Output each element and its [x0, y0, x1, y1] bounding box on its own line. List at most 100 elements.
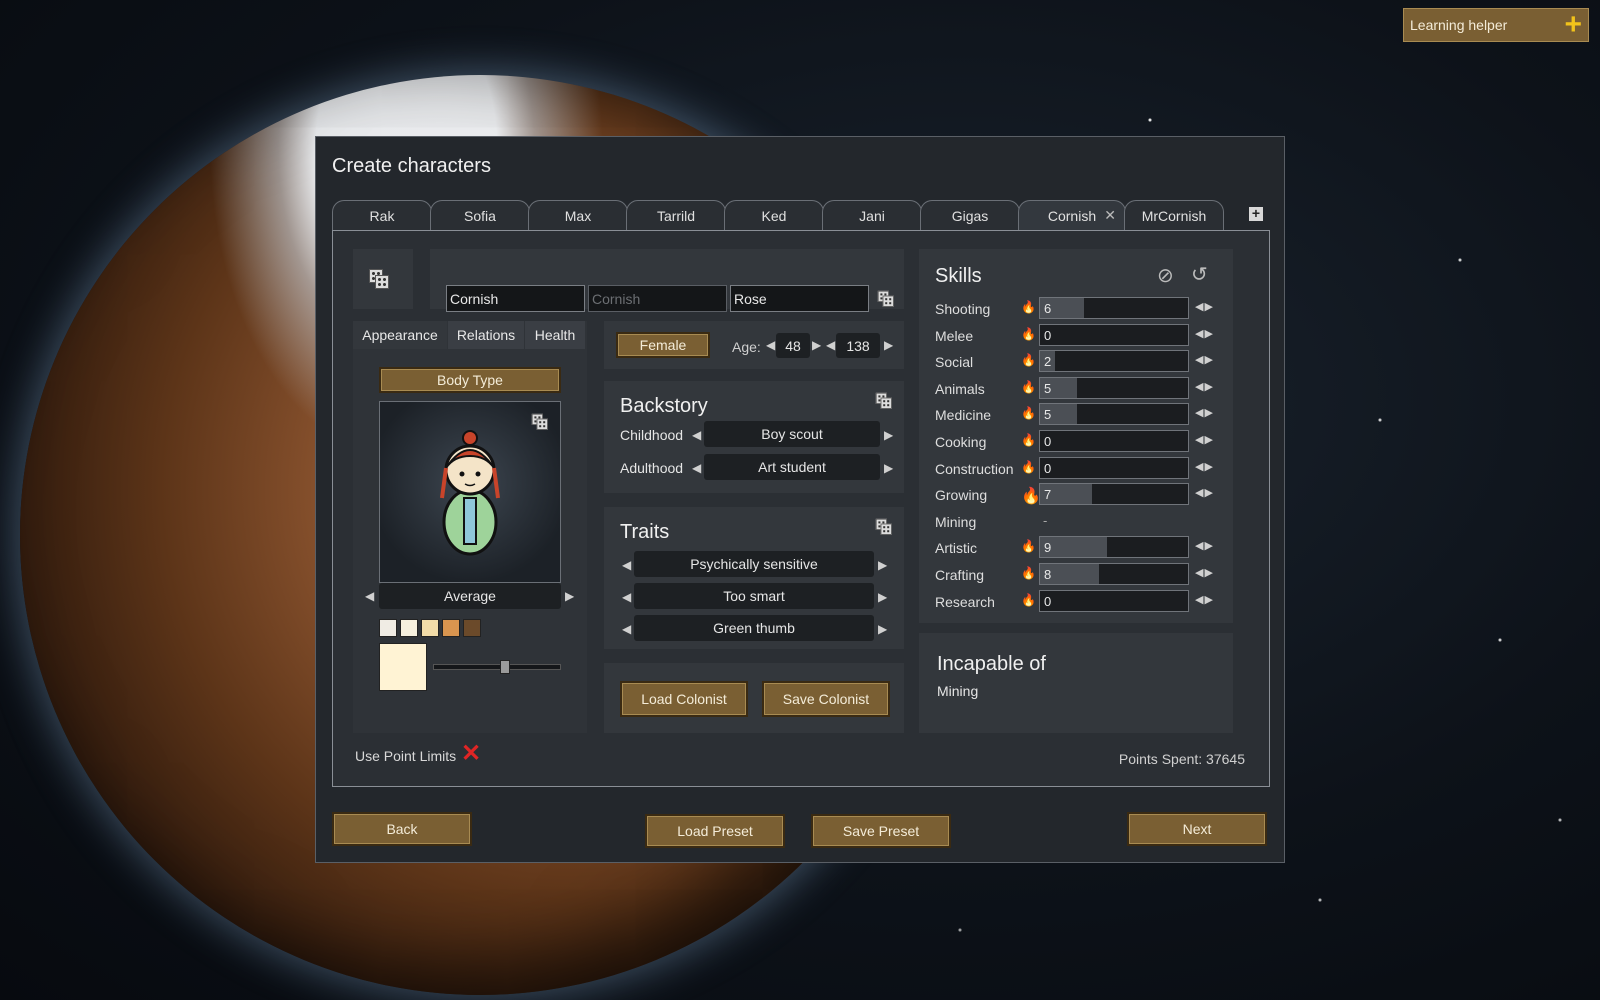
adulthood-value[interactable]: Art student	[704, 454, 880, 480]
passion-flame-icon[interactable]: 🔥	[1021, 460, 1036, 474]
skin-swatch[interactable]	[400, 619, 418, 637]
point-limits-checkbox-x-icon[interactable]: ✕	[461, 739, 481, 768]
skill-name: Artistic	[935, 540, 977, 557]
tab-rak[interactable]: Rak	[332, 200, 432, 230]
skill-adjust-arrows[interactable]: ◀▶	[1195, 486, 1214, 499]
skill-adjust-arrows[interactable]: ◀▶	[1195, 460, 1214, 473]
childhood-value[interactable]: Boy scout	[704, 421, 880, 447]
tab-max[interactable]: Max	[528, 200, 628, 230]
back-button[interactable]: Back	[332, 812, 472, 846]
load-preset-button[interactable]: Load Preset	[645, 814, 785, 848]
passion-flame-icon[interactable]: 🔥	[1021, 380, 1036, 394]
tab-tarrild[interactable]: Tarrild	[626, 200, 726, 230]
randomize-dice-icon[interactable]	[369, 269, 389, 289]
trait-1[interactable]: Psychically sensitive	[634, 551, 874, 577]
trait-3[interactable]: Green thumb	[634, 615, 874, 641]
age-bio-prev-arrow[interactable]: ◀	[766, 338, 775, 352]
skin-tone-slider[interactable]	[433, 660, 561, 674]
skill-adjust-arrows[interactable]: ◀▶	[1195, 433, 1214, 446]
gender-age-panel: Female Age: ◀ 48 ▶ ◀ 138 ▶	[604, 321, 904, 369]
learning-helper-button[interactable]: Learning helper +	[1403, 8, 1589, 42]
skill-adjust-arrows[interactable]: ◀▶	[1195, 406, 1214, 419]
nickname-field[interactable]: Cornish	[588, 285, 727, 312]
add-colonist-tab-icon[interactable]: +	[1249, 206, 1263, 221]
trait-1-next-arrow[interactable]: ▶	[878, 558, 887, 572]
tab-jani[interactable]: Jani	[822, 200, 922, 230]
trait-1-prev-arrow[interactable]: ◀	[622, 558, 631, 572]
skill-row-animals: Animals 🔥 5 ◀▶	[935, 376, 1235, 401]
randomize-backstory-dice-icon[interactable]	[875, 392, 892, 409]
skill-adjust-arrows[interactable]: ◀▶	[1195, 566, 1214, 579]
save-preset-button[interactable]: Save Preset	[811, 814, 951, 848]
tab-cornish[interactable]: Cornish ✕	[1018, 200, 1126, 230]
skill-row-crafting: Crafting 🔥 8 ◀▶	[935, 563, 1235, 587]
skill-adjust-arrows[interactable]: ◀▶	[1195, 593, 1214, 606]
create-characters-window: Create characters Rak Sofia Max Tarrild …	[315, 136, 1285, 863]
passion-flame-icon[interactable]: 🔥	[1021, 327, 1036, 341]
tab-relations[interactable]: Relations	[448, 321, 524, 349]
save-colonist-button[interactable]: Save Colonist	[762, 681, 890, 717]
trait-3-prev-arrow[interactable]: ◀	[622, 622, 631, 636]
skin-swatch[interactable]	[463, 619, 481, 637]
childhood-next-arrow[interactable]: ▶	[884, 428, 893, 442]
next-button[interactable]: Next	[1127, 812, 1267, 846]
skin-swatch[interactable]	[379, 619, 397, 637]
slider-handle[interactable]	[500, 660, 510, 674]
skill-adjust-arrows[interactable]: ◀▶	[1195, 539, 1214, 552]
skill-name: Growing	[935, 487, 988, 504]
skill-row-research: Research 🔥 0 ◀▶	[935, 589, 1235, 614]
randomize-panel	[353, 249, 413, 309]
skill-row-social: Social 🔥 2 ◀▶	[935, 350, 1235, 374]
skin-swatch[interactable]	[442, 619, 460, 637]
tab-health[interactable]: Health	[525, 321, 585, 349]
adulthood-prev-arrow[interactable]: ◀	[692, 461, 701, 475]
tab-sofia[interactable]: Sofia	[430, 200, 530, 230]
passion-flame-icon[interactable]: 🔥	[1021, 539, 1036, 553]
childhood-label: Childhood	[620, 427, 684, 443]
skill-level-bar: 9	[1039, 536, 1189, 559]
passion-flame-icon[interactable]: 🔥	[1021, 433, 1036, 447]
skill-name: Research	[935, 593, 995, 610]
age-chrono-prev-arrow[interactable]: ◀	[826, 338, 835, 352]
skin-swatch[interactable]	[421, 619, 439, 637]
close-icon[interactable]: ✕	[1104, 207, 1116, 224]
body-type-next-arrow[interactable]: ▶	[565, 589, 574, 603]
skill-adjust-arrows[interactable]: ◀▶	[1195, 300, 1214, 313]
last-name-field[interactable]: Rose	[730, 285, 869, 312]
load-colonist-button[interactable]: Load Colonist	[620, 681, 748, 717]
trait-2[interactable]: Too smart	[634, 583, 874, 609]
skill-adjust-arrows[interactable]: ◀▶	[1195, 380, 1214, 393]
passion-flame-icon[interactable]: 🔥	[1021, 486, 1041, 506]
passion-flame-icon[interactable]: 🔥	[1021, 593, 1036, 607]
tab-ked[interactable]: Ked	[724, 200, 824, 230]
first-name-field[interactable]: Cornish	[446, 285, 585, 312]
appearance-panel: Appearance Relations Health Body Type ◀	[353, 321, 587, 733]
age-chrono-next-arrow[interactable]: ▶	[884, 338, 893, 352]
tab-gigas[interactable]: Gigas	[920, 200, 1020, 230]
skill-level-bar: 0	[1039, 589, 1189, 612]
skill-adjust-arrows[interactable]: ◀▶	[1195, 353, 1214, 366]
passion-flame-icon[interactable]: 🔥	[1021, 300, 1036, 314]
skill-adjust-arrows[interactable]: ◀▶	[1195, 327, 1214, 340]
tab-mrcornish[interactable]: MrCornish	[1124, 200, 1224, 230]
passion-flame-icon[interactable]: 🔥	[1021, 566, 1036, 580]
trait-2-prev-arrow[interactable]: ◀	[622, 590, 631, 604]
randomize-traits-dice-icon[interactable]	[875, 518, 892, 535]
trait-3-next-arrow[interactable]: ▶	[878, 622, 887, 636]
body-type-prev-arrow[interactable]: ◀	[365, 589, 374, 603]
passion-flame-icon[interactable]: 🔥	[1021, 353, 1036, 367]
reset-skills-icon[interactable]: ↺	[1191, 262, 1208, 287]
trait-2-next-arrow[interactable]: ▶	[878, 590, 887, 604]
skill-level-value: 0	[1044, 460, 1052, 476]
adulthood-next-arrow[interactable]: ▶	[884, 461, 893, 475]
body-type-button[interactable]: Body Type	[379, 367, 561, 393]
gender-button[interactable]: Female	[616, 332, 710, 358]
skill-level-value: 0	[1044, 434, 1052, 449]
age-bio-next-arrow[interactable]: ▶	[812, 338, 821, 352]
childhood-prev-arrow[interactable]: ◀	[692, 428, 701, 442]
randomize-name-dice-icon[interactable]	[877, 290, 894, 307]
passion-flame-icon[interactable]: 🔥	[1021, 406, 1036, 420]
tab-label: Max	[564, 207, 592, 224]
clear-skills-icon[interactable]: ⊘	[1157, 263, 1174, 288]
tab-appearance[interactable]: Appearance	[353, 321, 447, 349]
